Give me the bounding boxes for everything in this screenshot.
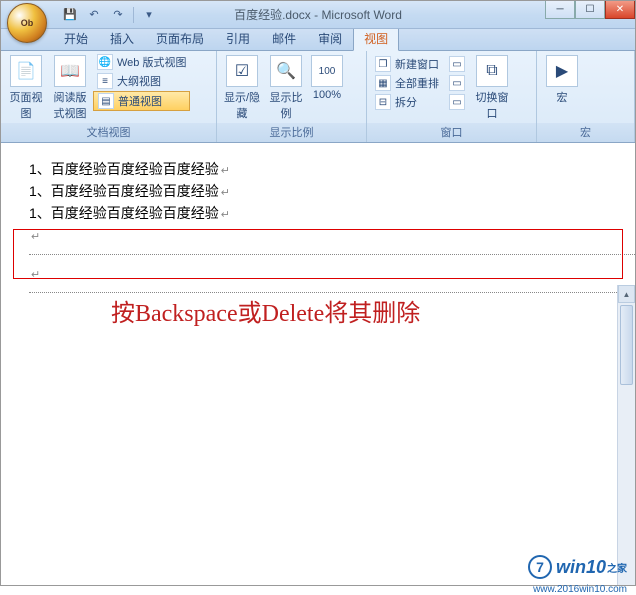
switch-label: 切换窗口 (473, 89, 511, 121)
window-controls: ─ ☐ ✕ (545, 1, 635, 19)
instruction-text: 按Backspace或Delete将其删除 (111, 293, 420, 328)
quick-access-toolbar: 💾 ↶ ↷ ▾ (61, 6, 158, 24)
close-button[interactable]: ✕ (605, 1, 635, 19)
tab-layout[interactable]: 页面布局 (145, 26, 215, 50)
office-button[interactable]: Ob (7, 3, 47, 43)
title-bar: Ob 💾 ↶ ↷ ▾ 百度经验.docx - Microsoft Word ─ … (1, 1, 635, 29)
group-window: ❐新建窗口 ▦全部重排 ⊟拆分 ▭ ▭ ▭ ⧉ 切换窗口 窗口 (367, 51, 537, 142)
opt3-icon: ▭ (449, 94, 465, 110)
ribbon: 📄 页面视图 📖 阅读版式视图 🌐Web 版式视图 ≡大纲视图 ▤普通视图 文档… (1, 51, 635, 143)
text-line-1: 1、百度经验百度经验百度经验 (29, 159, 635, 180)
hundred-button[interactable]: 100 100% (309, 53, 345, 103)
undo-icon[interactable]: ↶ (85, 6, 103, 24)
macros-icon: ▶ (546, 55, 578, 87)
group-zoom: ☑ 显示/隐藏 🔍 显示比例 100 100% 显示比例 (217, 51, 367, 142)
watermark-icon: 7 (528, 555, 552, 579)
save-icon[interactable]: 💾 (61, 6, 79, 24)
zoom-label: 显示比例 (267, 89, 305, 121)
tab-mailings[interactable]: 邮件 (261, 26, 307, 50)
web-layout-button[interactable]: 🌐Web 版式视图 (93, 53, 190, 71)
showhide-icon: ☑ (226, 55, 258, 87)
split-icon: ⊟ (375, 94, 391, 110)
normal-label: 普通视图 (118, 93, 162, 109)
text-line-3: 1、百度经验百度经验百度经验 (29, 203, 635, 224)
tab-home[interactable]: 开始 (53, 26, 99, 50)
opt1-icon: ▭ (449, 56, 465, 72)
opt2-icon: ▭ (449, 75, 465, 91)
group-label-zoom: 显示比例 (217, 123, 366, 142)
group-label-macros: 宏 (537, 123, 634, 142)
macros-button[interactable]: ▶ 宏 (541, 53, 583, 107)
watermark-main: win10 (556, 557, 606, 578)
tab-insert[interactable]: 插入 (99, 26, 145, 50)
watermark-sub: 之家 (607, 560, 627, 575)
macros-label: 宏 (557, 89, 568, 105)
outline-icon: ≡ (97, 73, 113, 89)
split-button[interactable]: ⊟拆分 (371, 93, 443, 111)
normal-view-button[interactable]: ▤普通视图 (93, 91, 190, 111)
outline-label: 大纲视图 (117, 73, 161, 89)
web-layout-label: Web 版式视图 (117, 54, 186, 70)
opt2-button[interactable]: ▭ (445, 74, 469, 92)
maximize-button[interactable]: ☐ (575, 1, 605, 19)
newwin-icon: ❐ (375, 56, 391, 72)
vertical-scrollbar[interactable]: ▲ (617, 285, 635, 585)
text-line-2: 1、百度经验百度经验百度经验 (29, 181, 635, 202)
switch-window-button[interactable]: ⧉ 切换窗口 (471, 53, 513, 123)
qat-separator (133, 7, 134, 23)
arrange-all-button[interactable]: ▦全部重排 (371, 74, 443, 92)
new-window-button[interactable]: ❐新建窗口 (371, 55, 443, 73)
ribbon-tabs: 开始 插入 页面布局 引用 邮件 审阅 视图 (1, 29, 635, 51)
group-label-views: 文档视图 (1, 123, 216, 142)
zoom-icon: 🔍 (270, 55, 302, 87)
showhide-label: 显示/隐藏 (223, 89, 261, 121)
reading-layout-icon: 📖 (54, 55, 86, 87)
minimize-button[interactable]: ─ (545, 1, 575, 19)
group-document-views: 📄 页面视图 📖 阅读版式视图 🌐Web 版式视图 ≡大纲视图 ▤普通视图 文档… (1, 51, 217, 142)
web-icon: 🌐 (97, 54, 113, 70)
scroll-up-icon[interactable]: ▲ (618, 285, 635, 303)
watermark: 7 win10 之家 (528, 555, 627, 579)
group-macros: ▶ 宏 宏 (537, 51, 635, 142)
reading-layout-label: 阅读版式视图 (51, 89, 89, 121)
opt1-button[interactable]: ▭ (445, 55, 469, 73)
switch-icon: ⧉ (476, 55, 508, 87)
qat-more-icon[interactable]: ▾ (140, 6, 158, 24)
tab-review[interactable]: 审阅 (307, 26, 353, 50)
scroll-thumb[interactable] (620, 305, 633, 385)
print-layout-button[interactable]: 📄 页面视图 (5, 53, 47, 123)
tab-view[interactable]: 视图 (353, 26, 399, 51)
opt3-button[interactable]: ▭ (445, 93, 469, 111)
arrange-label: 全部重排 (395, 75, 439, 91)
print-layout-label: 页面视图 (7, 89, 45, 121)
showhide-button[interactable]: ☑ 显示/隐藏 (221, 53, 263, 123)
hundred-icon: 100 (311, 55, 343, 87)
split-label: 拆分 (395, 94, 417, 110)
hundred-label: 100% (313, 89, 341, 101)
document-area[interactable]: 1、百度经验百度经验百度经验 1、百度经验百度经验百度经验 1、百度经验百度经验… (1, 143, 635, 585)
redo-icon[interactable]: ↷ (109, 6, 127, 24)
tab-references[interactable]: 引用 (215, 26, 261, 50)
arrange-icon: ▦ (375, 75, 391, 91)
normal-icon: ▤ (98, 93, 114, 109)
newwin-label: 新建窗口 (395, 56, 439, 72)
print-layout-icon: 📄 (10, 55, 42, 87)
reading-layout-button[interactable]: 📖 阅读版式视图 (49, 53, 91, 123)
group-label-window: 窗口 (367, 123, 536, 142)
window-title: 百度经验.docx - Microsoft Word (234, 6, 402, 23)
red-highlight-box (13, 229, 623, 279)
outline-button[interactable]: ≡大纲视图 (93, 72, 190, 90)
zoom-button[interactable]: 🔍 显示比例 (265, 53, 307, 123)
